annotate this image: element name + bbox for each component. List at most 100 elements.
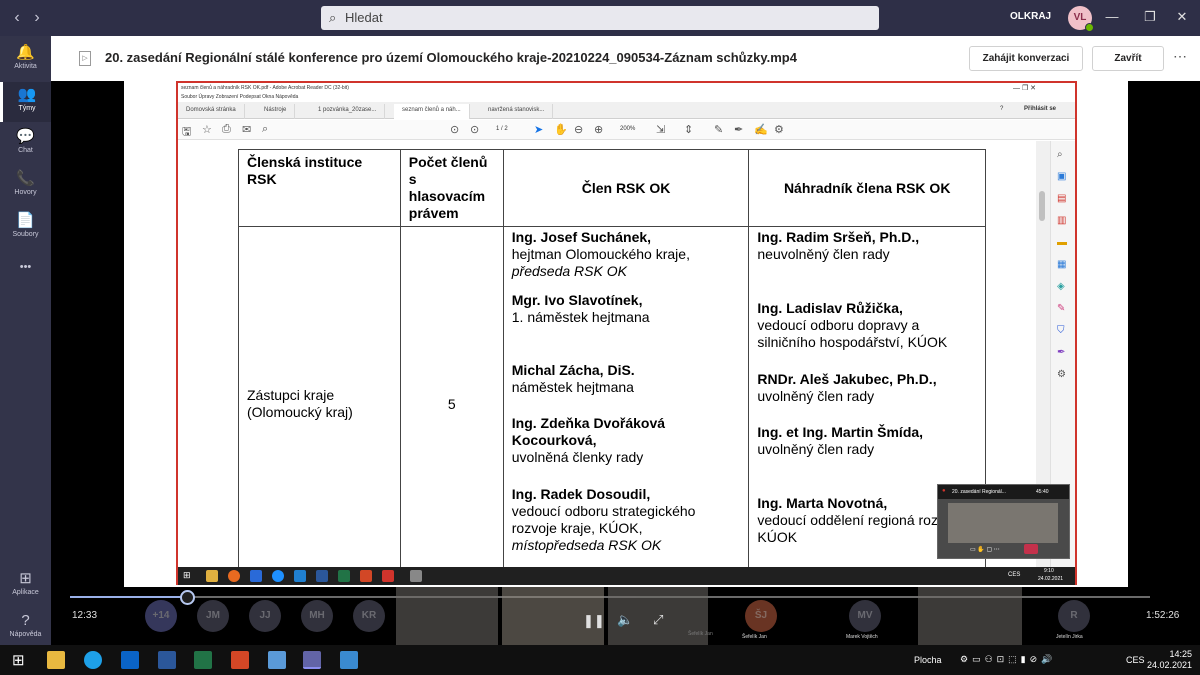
pip-camera-icon[interactable]: ▭ ✋ ▢ ⋯: [970, 546, 1000, 553]
teams-icon[interactable]: [303, 651, 321, 669]
internet-explorer-icon[interactable]: [84, 651, 102, 669]
app-icon[interactable]: [268, 651, 286, 669]
acrobat-window-controls[interactable]: — ❐ ✕: [1013, 84, 1036, 92]
acrobat-icon: [382, 570, 394, 582]
tab-proposals[interactable]: navržená stanovisk...: [480, 104, 554, 119]
pdf-page: Členská instituce RSK Počet členů s hlas…: [178, 141, 1058, 567]
rail-item-more[interactable]: •••: [0, 254, 51, 294]
save-icon[interactable]: 🖫: [182, 123, 191, 142]
export-pdf-icon[interactable]: ▣: [1057, 171, 1066, 182]
page-down-icon[interactable]: ⊙: [470, 123, 479, 136]
sign-icon[interactable]: ✍: [754, 123, 768, 136]
help-icon: ?: [21, 612, 30, 629]
search-input[interactable]: ⌕ Hledat: [321, 6, 879, 30]
zoom-level[interactable]: 200%: [620, 126, 635, 132]
comment-icon[interactable]: ✎: [714, 123, 723, 136]
picture-in-picture[interactable]: ● 20. zasedání Regionál... 45:40 ▭ ✋ ▢ ⋯: [937, 484, 1070, 559]
mail-icon[interactable]: ✉: [242, 123, 251, 136]
edit-pdf-icon[interactable]: ▥: [1057, 215, 1066, 226]
excel-icon[interactable]: [194, 651, 212, 669]
rail-item-apps[interactable]: ⊞ Aplikace: [0, 566, 51, 606]
powerpoint-icon[interactable]: [231, 651, 249, 669]
fit-page-icon[interactable]: ⇲: [656, 123, 665, 136]
rail-item-teams[interactable]: 👥 Týmy: [0, 82, 51, 122]
protect-icon[interactable]: ⛉: [1057, 325, 1065, 336]
word-icon[interactable]: [158, 651, 176, 669]
print-icon[interactable]: ⎙: [222, 123, 231, 136]
edge-icon: [272, 570, 284, 582]
pause-icon[interactable]: ❚❚: [583, 613, 605, 629]
scroll-mode-icon[interactable]: ⇕: [684, 123, 693, 136]
tab-tools[interactable]: Nástroje: [256, 104, 296, 119]
avatar[interactable]: VL: [1068, 6, 1094, 32]
rail-label: Hovory: [14, 189, 37, 196]
zoom-search-icon[interactable]: ⌕: [262, 123, 268, 136]
participant-avatar: MH: [301, 600, 333, 632]
language-indicator[interactable]: CES: [1126, 655, 1145, 665]
combine-icon[interactable]: ▦: [1057, 259, 1066, 270]
back-arrow-icon[interactable]: ‹: [8, 8, 26, 28]
rail-item-help[interactable]: ? Nápověda: [0, 608, 51, 648]
app-icon[interactable]: [340, 651, 358, 669]
star-icon[interactable]: ☆: [202, 123, 212, 136]
timeline-progress: [70, 596, 187, 598]
close-window-icon[interactable]: ✕: [1172, 9, 1192, 27]
more-options-icon[interactable]: ⋯: [1173, 48, 1188, 65]
fill-sign-icon[interactable]: ✎: [1057, 303, 1065, 314]
rail-item-chat[interactable]: 💬 Chat: [0, 124, 51, 164]
select-cursor-icon[interactable]: ➤: [534, 123, 543, 136]
timeline-handle[interactable]: [179, 590, 195, 605]
clock[interactable]: 14:25 24.02.2021: [1147, 649, 1192, 671]
file-title: 20. zasedání Regionální stálé konference…: [105, 50, 797, 65]
file-explorer-icon[interactable]: [47, 651, 65, 669]
close-button[interactable]: Zavřít: [1092, 46, 1164, 71]
windows-taskbar: ⊞ Plocha ⚙▭⚇⊡⬚▮⊘🔊 CES 14:25 24.02.2021: [0, 645, 1200, 675]
comment-tool-icon[interactable]: ▬: [1057, 237, 1067, 248]
rail-label: Nápověda: [9, 631, 42, 638]
more-tools-icon[interactable]: ⚙: [774, 123, 784, 136]
rail-item-files[interactable]: 📄 Soubory: [0, 208, 51, 248]
app-icon: [250, 570, 262, 582]
zoom-in-icon[interactable]: ⊕: [594, 123, 603, 136]
rail-item-activity[interactable]: 🔔 Aktivita: [0, 40, 51, 80]
restore-icon[interactable]: ❐: [1140, 9, 1160, 27]
tab-member-list[interactable]: seznam členů a náh...: [394, 104, 470, 119]
page-up-icon[interactable]: ⊙: [450, 123, 459, 136]
tab-invitation[interactable]: 1 pozvánka_20zase...: [310, 104, 386, 119]
pip-time: 45:40: [1036, 489, 1049, 495]
minimize-icon[interactable]: —: [1102, 9, 1122, 27]
desktop-label[interactable]: Plocha: [914, 655, 942, 665]
create-pdf-icon[interactable]: ▤: [1057, 193, 1066, 204]
rail-item-calls[interactable]: 📞 Hovory: [0, 166, 51, 206]
participant-more: +14: [145, 600, 177, 632]
help-icon[interactable]: ?: [1000, 106, 1003, 112]
outlook-icon[interactable]: [121, 651, 139, 669]
page-indicator[interactable]: 1 / 2: [496, 126, 508, 132]
search-icon[interactable]: ⌕: [1057, 149, 1063, 160]
tray-icons[interactable]: ⚙▭⚇⊡⬚▮⊘🔊: [960, 654, 1056, 665]
record-icon: ●: [942, 488, 946, 494]
fullscreen-icon[interactable]: ⤢: [653, 612, 663, 628]
pen-icon[interactable]: ✒: [734, 123, 743, 136]
hang-up-icon[interactable]: [1024, 544, 1038, 554]
send-sign-icon[interactable]: ✒: [1057, 347, 1065, 358]
substitute-entry: Ing. et Ing. Martin Šmída, uvolněný člen…: [757, 424, 924, 457]
sign-in-link[interactable]: Přihlásit se: [1024, 106, 1056, 112]
acrobat-menu-items[interactable]: Soubor Úpravy Zobrazení Podepsat Okna Ná…: [181, 94, 298, 100]
member-entry: Michal Zácha, DiS. náměstek hejtmana: [511, 362, 635, 395]
zoom-out-icon[interactable]: ⊖: [574, 123, 583, 136]
forward-arrow-icon[interactable]: ›: [28, 8, 46, 28]
member-entry: Ing. Josef Suchánek, hejtman Olomouckého…: [511, 229, 690, 279]
scrollbar-thumb[interactable]: [1039, 191, 1045, 221]
windows-start-icon[interactable]: ⊞: [12, 651, 25, 669]
start-conversation-button[interactable]: Zahájit konverzaci: [969, 46, 1083, 71]
organize-icon[interactable]: ◈: [1057, 281, 1065, 292]
tab-home[interactable]: Domovská stránka: [178, 104, 245, 119]
search-icon: ⌕: [329, 10, 337, 25]
volume-icon[interactable]: 🔈: [617, 612, 633, 628]
acrobat-titlebar: seznam členů a náhradník RSK OK.pdf - Ad…: [178, 83, 1075, 93]
more-tools-icon[interactable]: ⚙: [1057, 369, 1066, 380]
hand-icon[interactable]: ✋: [554, 123, 568, 136]
firefox-icon: [228, 570, 240, 582]
org-name[interactable]: OLKRAJ: [1010, 11, 1051, 22]
